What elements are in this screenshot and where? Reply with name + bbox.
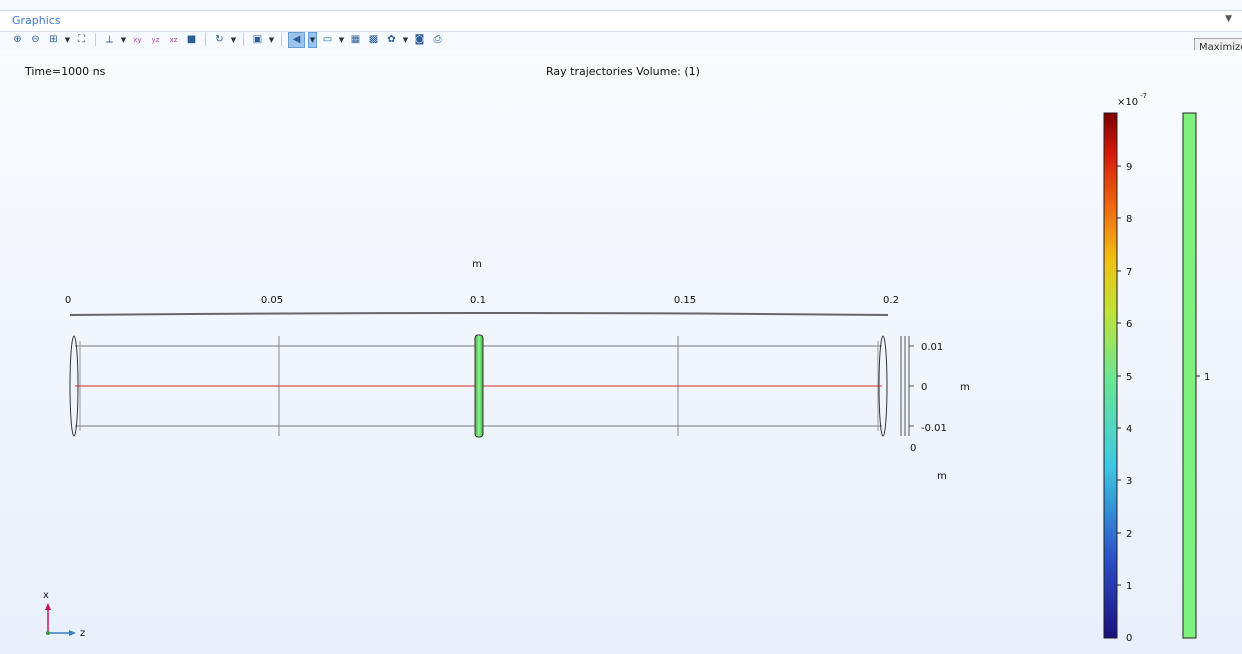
side-axis-tick: -0.01 <box>921 423 947 434</box>
colorbar-tick: 2 <box>1126 529 1132 540</box>
side-axis-tick: 0.01 <box>921 342 943 353</box>
top-axis-line <box>69 312 889 316</box>
top-axis-tick: 0.1 <box>470 295 486 306</box>
color-legend-bar <box>1103 112 1118 639</box>
triad-z-label: z <box>80 628 85 639</box>
triad-origin <box>46 631 50 635</box>
triad-z-arrow <box>69 630 76 636</box>
colorbar-tick: 0 <box>1126 633 1132 644</box>
top-axis-tick: 0.15 <box>674 295 696 306</box>
triad-x-label: x <box>43 590 49 601</box>
volume-legend-tick: 1 <box>1204 372 1210 383</box>
colorbar-tick: 3 <box>1126 476 1132 487</box>
colorbar-tick: 9 <box>1126 162 1132 173</box>
volume-legend-bar <box>1182 112 1197 639</box>
colorbar-exponent: -7 <box>1140 92 1147 100</box>
depth-axis-tick: 0 <box>910 443 916 454</box>
lens-domain <box>474 334 484 438</box>
colorbar-tick: 4 <box>1126 424 1132 435</box>
colorbar-tick: 6 <box>1126 319 1132 330</box>
colorbar-exponent-base: ×10 <box>1117 97 1138 108</box>
top-axis-tick: 0.05 <box>261 295 283 306</box>
side-axis-tick: 0 <box>921 382 927 393</box>
colorbar-tick: 8 <box>1126 214 1132 225</box>
colorbar-tick: 7 <box>1126 267 1132 278</box>
top-axis-unit: m <box>472 259 482 270</box>
colorbar-tick: 1 <box>1126 581 1132 592</box>
triad-x-arrow <box>45 603 51 610</box>
side-axis-unit: m <box>960 382 970 393</box>
top-axis-tick: 0 <box>65 295 71 306</box>
color-legend-ticks <box>1117 165 1121 586</box>
depth-axis-unit: m <box>937 471 947 482</box>
scene-svg: m 0 0.05 0.1 0.15 0.2 0.01 0 -0.01 m 0 m… <box>43 92 1210 644</box>
colorbar-tick: 5 <box>1126 372 1132 383</box>
top-axis-tick: 0.2 <box>883 295 899 306</box>
